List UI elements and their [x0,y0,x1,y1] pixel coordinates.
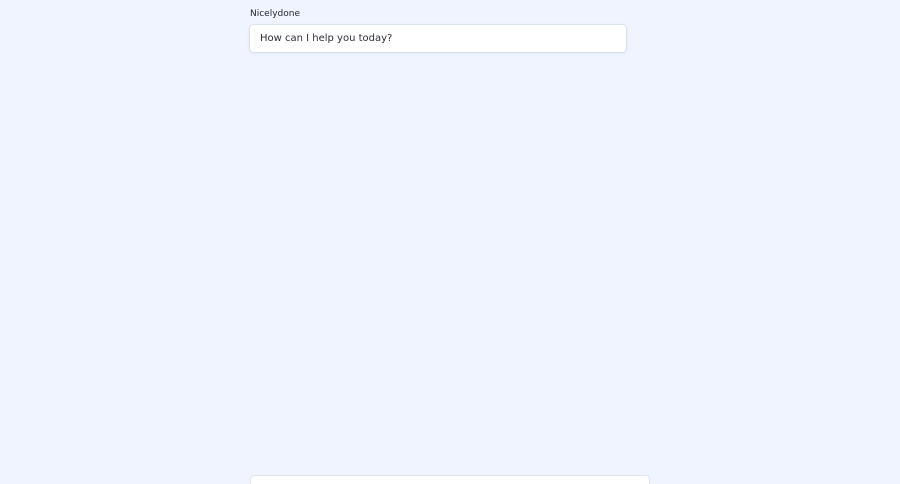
assistant-message-bubble: How can I help you today? [250,25,626,52]
message-input[interactable] [251,479,649,484]
message-composer[interactable] [250,475,650,484]
assistant-message-text: How can I help you today? [260,32,393,44]
chat-page: Nicelydone How can I help you today? [0,0,900,484]
app-title: Nicelydone [250,9,301,19]
